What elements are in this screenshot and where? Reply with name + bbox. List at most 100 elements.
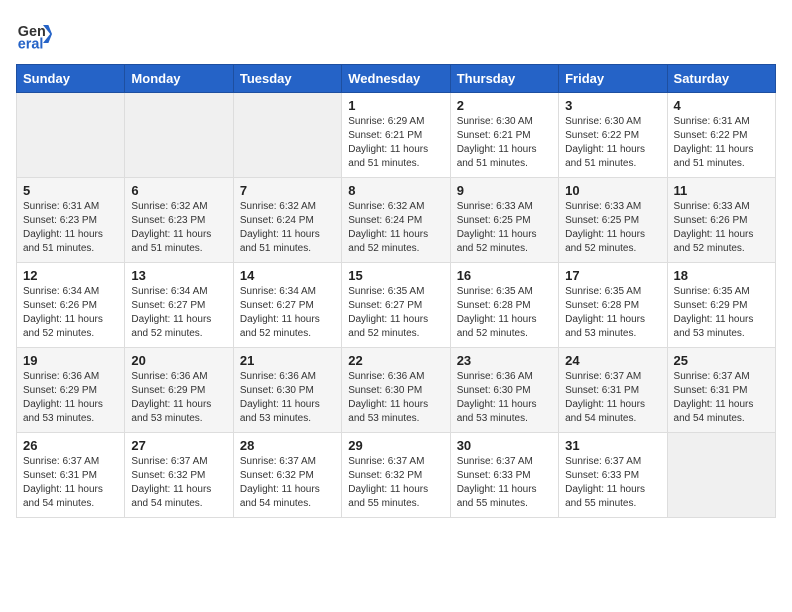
calendar-cell: 20 Sunrise: 6:36 AM Sunset: 6:29 PM Dayli…	[125, 348, 233, 433]
day-number: 11	[674, 183, 769, 198]
day-number: 6	[131, 183, 226, 198]
day-info: Sunrise: 6:35 AM Sunset: 6:28 PM Dayligh…	[457, 285, 552, 341]
day-number: 10	[565, 183, 660, 198]
day-number: 19	[23, 353, 118, 368]
day-number: 1	[348, 98, 443, 113]
day-info: Sunrise: 6:36 AM Sunset: 6:29 PM Dayligh…	[23, 370, 118, 426]
calendar-cell: 14 Sunrise: 6:34 AM Sunset: 6:27 PM Dayli…	[233, 263, 341, 348]
calendar-cell: 10 Sunrise: 6:33 AM Sunset: 6:25 PM Dayli…	[559, 178, 667, 263]
day-number: 29	[348, 438, 443, 453]
day-number: 26	[23, 438, 118, 453]
day-number: 30	[457, 438, 552, 453]
calendar-cell: 26 Sunrise: 6:37 AM Sunset: 6:31 PM Dayli…	[17, 433, 125, 518]
weekday-header-thursday: Thursday	[450, 65, 558, 93]
calendar-cell: 1 Sunrise: 6:29 AM Sunset: 6:21 PM Daylig…	[342, 93, 450, 178]
day-number: 20	[131, 353, 226, 368]
calendar-cell: 19 Sunrise: 6:36 AM Sunset: 6:29 PM Dayli…	[17, 348, 125, 433]
day-info: Sunrise: 6:35 AM Sunset: 6:28 PM Dayligh…	[565, 285, 660, 341]
day-number: 8	[348, 183, 443, 198]
calendar-week-1: 1 Sunrise: 6:29 AM Sunset: 6:21 PM Daylig…	[17, 93, 776, 178]
day-info: Sunrise: 6:32 AM Sunset: 6:23 PM Dayligh…	[131, 200, 226, 256]
day-number: 28	[240, 438, 335, 453]
calendar-cell: 12Sunrise: 6:34 AM Sunset: 6:26 PM Dayli…	[17, 263, 125, 348]
weekday-header-row: SundayMondayTuesdayWednesdayThursdayFrid…	[17, 65, 776, 93]
day-info: Sunrise: 6:35 AM Sunset: 6:29 PM Dayligh…	[674, 285, 769, 341]
calendar-cell: 6 Sunrise: 6:32 AM Sunset: 6:23 PM Daylig…	[125, 178, 233, 263]
weekday-header-tuesday: Tuesday	[233, 65, 341, 93]
weekday-header-saturday: Saturday	[667, 65, 775, 93]
calendar-cell: 17 Sunrise: 6:35 AM Sunset: 6:28 PM Dayli…	[559, 263, 667, 348]
day-number: 14	[240, 268, 335, 283]
day-info: Sunrise: 6:35 AM Sunset: 6:27 PM Dayligh…	[348, 285, 443, 341]
calendar-cell: 5 Sunrise: 6:31 AM Sunset: 6:23 PM Daylig…	[17, 178, 125, 263]
calendar-cell	[667, 433, 775, 518]
calendar-cell: 28 Sunrise: 6:37 AM Sunset: 6:32 PM Dayli…	[233, 433, 341, 518]
weekday-header-sunday: Sunday	[17, 65, 125, 93]
day-info: Sunrise: 6:37 AM Sunset: 6:31 PM Dayligh…	[565, 370, 660, 426]
calendar-cell: 16 Sunrise: 6:35 AM Sunset: 6:28 PM Dayli…	[450, 263, 558, 348]
day-info: Sunrise: 6:31 AM Sunset: 6:22 PM Dayligh…	[674, 115, 769, 171]
day-number: 16	[457, 268, 552, 283]
day-info: Sunrise: 6:36 AM Sunset: 6:29 PM Dayligh…	[131, 370, 226, 426]
calendar-cell: 9 Sunrise: 6:33 AM Sunset: 6:25 PM Daylig…	[450, 178, 558, 263]
calendar-cell	[125, 93, 233, 178]
day-info: Sunrise: 6:30 AM Sunset: 6:21 PM Dayligh…	[457, 115, 552, 171]
day-number: 17	[565, 268, 660, 283]
day-info: Sunrise: 6:29 AM Sunset: 6:21 PM Dayligh…	[348, 115, 443, 171]
day-number: 7	[240, 183, 335, 198]
calendar-cell: 11 Sunrise: 6:33 AM Sunset: 6:26 PM Dayli…	[667, 178, 775, 263]
day-number: 9	[457, 183, 552, 198]
day-info: Sunrise: 6:37 AM Sunset: 6:31 PM Dayligh…	[23, 455, 118, 511]
calendar-week-5: 26 Sunrise: 6:37 AM Sunset: 6:31 PM Dayli…	[17, 433, 776, 518]
calendar-week-3: 12Sunrise: 6:34 AM Sunset: 6:26 PM Dayli…	[17, 263, 776, 348]
page-header: Gen eral	[16, 16, 776, 52]
day-info: Sunrise: 6:30 AM Sunset: 6:22 PM Dayligh…	[565, 115, 660, 171]
day-number: 4	[674, 98, 769, 113]
day-info: Sunrise: 6:34 AM Sunset: 6:27 PM Dayligh…	[240, 285, 335, 341]
calendar-cell: 7 Sunrise: 6:32 AM Sunset: 6:24 PM Daylig…	[233, 178, 341, 263]
day-info: Sunrise: 6:37 AM Sunset: 6:32 PM Dayligh…	[131, 455, 226, 511]
day-number: 23	[457, 353, 552, 368]
day-number: 15	[348, 268, 443, 283]
logo-icon: Gen eral	[16, 16, 52, 52]
day-number: 18	[674, 268, 769, 283]
calendar-table: SundayMondayTuesdayWednesdayThursdayFrid…	[16, 64, 776, 518]
day-number: 21	[240, 353, 335, 368]
calendar-cell: 18 Sunrise: 6:35 AM Sunset: 6:29 PM Dayli…	[667, 263, 775, 348]
calendar-cell: 25Sunrise: 6:37 AM Sunset: 6:31 PM Dayli…	[667, 348, 775, 433]
calendar-cell: 22Sunrise: 6:36 AM Sunset: 6:30 PM Dayli…	[342, 348, 450, 433]
calendar-cell: 27Sunrise: 6:37 AM Sunset: 6:32 PM Dayli…	[125, 433, 233, 518]
calendar-cell: 8Sunrise: 6:32 AM Sunset: 6:24 PM Daylig…	[342, 178, 450, 263]
day-info: Sunrise: 6:32 AM Sunset: 6:24 PM Dayligh…	[240, 200, 335, 256]
day-info: Sunrise: 6:36 AM Sunset: 6:30 PM Dayligh…	[240, 370, 335, 426]
day-info: Sunrise: 6:37 AM Sunset: 6:33 PM Dayligh…	[457, 455, 552, 511]
calendar-week-2: 5 Sunrise: 6:31 AM Sunset: 6:23 PM Daylig…	[17, 178, 776, 263]
day-number: 25	[674, 353, 769, 368]
day-number: 31	[565, 438, 660, 453]
svg-text:eral: eral	[18, 36, 44, 52]
day-info: Sunrise: 6:37 AM Sunset: 6:33 PM Dayligh…	[565, 455, 660, 511]
calendar-cell: 29 Sunrise: 6:37 AM Sunset: 6:32 PM Dayli…	[342, 433, 450, 518]
calendar-cell: 4 Sunrise: 6:31 AM Sunset: 6:22 PM Daylig…	[667, 93, 775, 178]
calendar-cell: 21 Sunrise: 6:36 AM Sunset: 6:30 PM Dayli…	[233, 348, 341, 433]
logo: Gen eral	[16, 16, 56, 52]
day-info: Sunrise: 6:33 AM Sunset: 6:25 PM Dayligh…	[457, 200, 552, 256]
day-info: Sunrise: 6:33 AM Sunset: 6:26 PM Dayligh…	[674, 200, 769, 256]
weekday-header-friday: Friday	[559, 65, 667, 93]
calendar-cell: 2 Sunrise: 6:30 AM Sunset: 6:21 PM Daylig…	[450, 93, 558, 178]
calendar-cell	[233, 93, 341, 178]
day-number: 2	[457, 98, 552, 113]
calendar-cell	[17, 93, 125, 178]
weekday-header-wednesday: Wednesday	[342, 65, 450, 93]
calendar-cell: 31 Sunrise: 6:37 AM Sunset: 6:33 PM Dayli…	[559, 433, 667, 518]
day-number: 5	[23, 183, 118, 198]
day-info: Sunrise: 6:33 AM Sunset: 6:25 PM Dayligh…	[565, 200, 660, 256]
day-number: 3	[565, 98, 660, 113]
day-info: Sunrise: 6:31 AM Sunset: 6:23 PM Dayligh…	[23, 200, 118, 256]
calendar-cell: 30 Sunrise: 6:37 AM Sunset: 6:33 PM Dayli…	[450, 433, 558, 518]
day-info: Sunrise: 6:37 AM Sunset: 6:32 PM Dayligh…	[240, 455, 335, 511]
day-info: Sunrise: 6:34 AM Sunset: 6:26 PM Dayligh…	[23, 285, 118, 341]
calendar-cell: 15 Sunrise: 6:35 AM Sunset: 6:27 PM Dayli…	[342, 263, 450, 348]
day-number: 24	[565, 353, 660, 368]
day-info: Sunrise: 6:37 AM Sunset: 6:32 PM Dayligh…	[348, 455, 443, 511]
